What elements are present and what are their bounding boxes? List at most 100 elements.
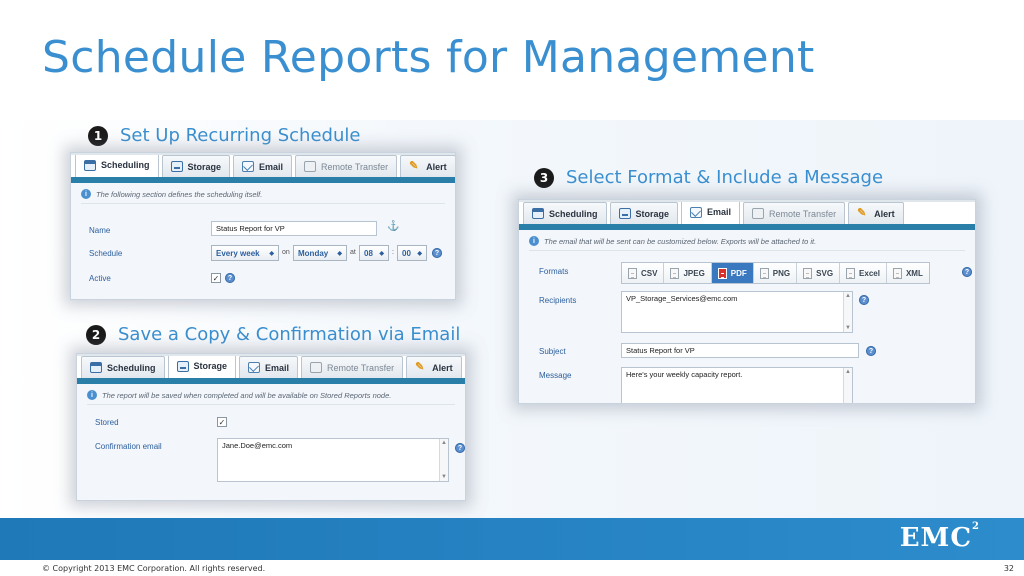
storage-panel: Scheduling Storage Email Remote Transfer… xyxy=(76,353,466,501)
tab-email[interactable]: Email xyxy=(239,356,299,378)
tab-remote-transfer[interactable]: Remote Transfer xyxy=(301,356,404,378)
minute-value: 00 xyxy=(402,248,411,258)
tab-label: Storage xyxy=(187,161,222,172)
format-xml[interactable]: XML xyxy=(886,263,929,283)
active-label: Active xyxy=(89,274,111,283)
calendar-icon xyxy=(84,159,96,171)
message-input[interactable]: Here's your weekly capacity report. ▲ xyxy=(621,367,853,403)
calendar-icon xyxy=(90,362,102,373)
recipients-input[interactable]: VP_Storage_Services@emc.com ▲ ▼ xyxy=(621,291,853,333)
tab-label: Remote Transfer xyxy=(769,208,837,219)
tab-scheduling[interactable]: Scheduling xyxy=(523,202,607,224)
calendar-icon xyxy=(532,208,544,219)
tab-label: Email xyxy=(259,161,284,172)
tab-email[interactable]: Email xyxy=(233,155,293,177)
format-pdf[interactable]: PDF xyxy=(711,263,754,283)
page-number: 32 xyxy=(1003,564,1014,573)
step-1-number: 1 xyxy=(88,125,108,146)
info-icon: i xyxy=(87,390,97,400)
formats-label: Formats xyxy=(539,267,569,276)
minute-select[interactable]: 00 ◆ xyxy=(397,245,427,261)
subject-input[interactable]: Status Report for VP xyxy=(621,343,859,358)
scheduling-panel: Scheduling Storage Email Remote Transfer… xyxy=(70,152,456,300)
chevron-down-icon: ◆ xyxy=(379,250,384,257)
tab-alert[interactable]: Alert xyxy=(848,202,904,224)
step-1-heading: 1 Set Up Recurring Schedule xyxy=(88,125,360,146)
storage-info: i The report will be saved when complete… xyxy=(87,390,455,405)
tab-label: Remote Transfer xyxy=(327,362,395,373)
disk-icon xyxy=(170,161,183,172)
tab-remote-transfer[interactable]: Remote Transfer xyxy=(295,155,398,177)
scrollbar[interactable]: ▲ xyxy=(843,368,852,403)
tab-email[interactable]: Email xyxy=(681,200,741,224)
tab-label: Email xyxy=(707,207,732,217)
tab-storage[interactable]: Storage xyxy=(161,155,231,177)
name-label: Name xyxy=(89,226,111,235)
alert-icon xyxy=(857,206,869,219)
tab-label: Storage xyxy=(635,208,670,219)
remote-icon xyxy=(304,161,317,172)
confirmation-email-input[interactable]: Jane.Doe@emc.com ▲ ▼ xyxy=(217,438,449,482)
tab-scheduling[interactable]: Scheduling xyxy=(81,356,165,378)
format-excel[interactable]: Excel xyxy=(840,263,887,283)
frequency-value: Every week xyxy=(216,248,260,258)
alert-icon xyxy=(409,159,421,172)
disk-icon xyxy=(618,208,631,219)
scrollbar[interactable]: ▲ ▼ xyxy=(439,439,448,481)
format-png[interactable]: PNG xyxy=(753,263,798,283)
name-input[interactable]: Status Report for VP xyxy=(211,221,377,236)
hour-select[interactable]: 08 ◆ xyxy=(359,245,389,261)
format-svg[interactable]: SVG xyxy=(797,263,841,283)
tab-alert[interactable]: Alert xyxy=(406,356,462,378)
scrollbar[interactable]: ▲ ▼ xyxy=(843,292,852,332)
format-label: JPEG xyxy=(683,268,705,278)
scroll-down-icon[interactable]: ▼ xyxy=(440,474,448,480)
format-label: Excel xyxy=(859,268,880,278)
tab-storage[interactable]: Storage xyxy=(609,202,679,224)
help-icon[interactable]: ? xyxy=(859,295,869,305)
frequency-select[interactable]: Every week ◆ xyxy=(211,245,279,261)
tab-storage[interactable]: Storage xyxy=(167,354,237,378)
help-icon[interactable]: ? xyxy=(866,346,876,356)
day-select[interactable]: Monday ◆ xyxy=(293,245,347,261)
logo-superscript: 2 xyxy=(972,521,980,532)
scroll-up-icon[interactable]: ▲ xyxy=(844,293,852,299)
remote-icon xyxy=(752,208,765,219)
anchor-icon[interactable]: ⚓ xyxy=(387,221,399,232)
message-label: Message xyxy=(539,371,572,380)
tab-label: Scheduling xyxy=(101,160,150,170)
tab-label: Storage xyxy=(193,361,228,371)
format-jpeg[interactable]: JPEG xyxy=(664,263,712,283)
scheduling-tabbar: Scheduling Storage Email Remote Transfer… xyxy=(71,153,455,183)
scroll-up-icon[interactable]: ▲ xyxy=(440,440,448,446)
tab-label: Remote Transfer xyxy=(321,161,389,172)
schedule-label: Schedule xyxy=(89,249,123,258)
tab-label: Scheduling xyxy=(549,208,598,219)
info-text: The email that will be sent can be custo… xyxy=(544,236,817,246)
format-label: CSV xyxy=(641,268,658,278)
day-value: Monday xyxy=(298,248,329,258)
tab-label: Alert xyxy=(874,208,895,219)
step-3-label: Select Format & Include a Message xyxy=(566,167,884,188)
step-2-number: 2 xyxy=(86,324,106,345)
scheduling-info: i The following section defines the sche… xyxy=(81,189,445,204)
email-tabbar: Scheduling Storage Email Remote Transfer… xyxy=(519,200,975,230)
confirmation-email-label: Confirmation email xyxy=(95,442,162,451)
recipients-value: VP_Storage_Services@emc.com xyxy=(626,294,738,303)
on-text: on xyxy=(282,249,290,256)
tab-alert[interactable]: Alert xyxy=(400,155,455,177)
scroll-up-icon[interactable]: ▲ xyxy=(844,369,852,375)
format-csv[interactable]: CSV xyxy=(622,263,665,283)
active-checkbox[interactable]: ✓ xyxy=(211,273,221,283)
help-icon[interactable]: ? xyxy=(432,248,442,258)
info-icon: i xyxy=(81,189,91,199)
help-icon[interactable]: ? xyxy=(455,443,465,453)
help-icon[interactable]: ? xyxy=(962,267,972,277)
tab-scheduling[interactable]: Scheduling xyxy=(75,153,159,177)
tab-remote-transfer[interactable]: Remote Transfer xyxy=(743,202,846,224)
chevron-down-icon: ◆ xyxy=(337,250,342,257)
help-icon[interactable]: ? xyxy=(225,273,235,283)
scroll-down-icon[interactable]: ▼ xyxy=(844,325,852,331)
format-label: PNG xyxy=(772,268,791,278)
stored-checkbox[interactable]: ✓ xyxy=(217,417,227,427)
